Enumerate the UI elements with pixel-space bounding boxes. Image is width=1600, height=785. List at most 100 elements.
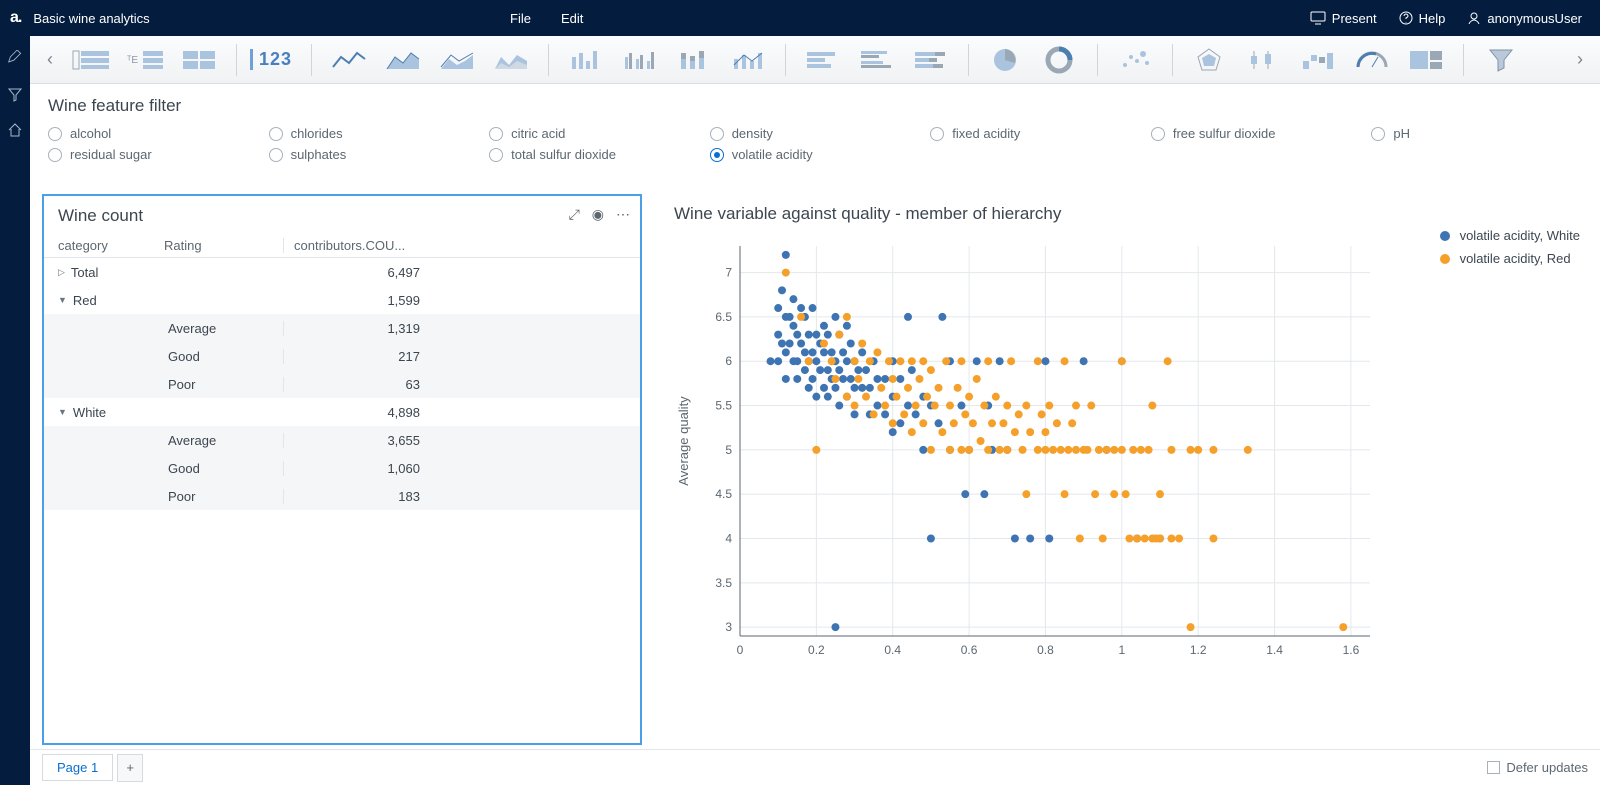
viz-kpi-icon[interactable]: 123 xyxy=(251,43,297,77)
ribbon-next[interactable]: › xyxy=(1570,49,1590,70)
svg-text:6: 6 xyxy=(725,354,732,368)
help-button[interactable]: Help xyxy=(1399,11,1446,26)
menu-file[interactable]: File xyxy=(510,11,531,26)
svg-text:3: 3 xyxy=(725,620,732,634)
svg-text:ᵀE: ᵀE xyxy=(127,55,138,66)
table-row[interactable]: Average3,655 xyxy=(44,426,640,454)
viz-treemap-icon[interactable] xyxy=(1403,43,1449,77)
footer: Page 1 + Defer updates xyxy=(30,749,1600,785)
filter-alcohol[interactable]: alcohol xyxy=(48,126,259,141)
viz-funnel-icon[interactable] xyxy=(1478,43,1524,77)
wine-count-panel[interactable]: Wine count ⤢ ◉ ⋯ category Rating contrib… xyxy=(42,194,642,745)
table-row[interactable]: ▼Red1,599 xyxy=(44,286,640,314)
viz-pivot-icon[interactable]: ᵀE xyxy=(122,43,168,77)
col-category[interactable]: category xyxy=(44,238,164,253)
filter-chlorides[interactable]: chlorides xyxy=(269,126,480,141)
ribbon: ‹ ᵀE 123 › xyxy=(30,36,1600,84)
svg-text:0.4: 0.4 xyxy=(884,643,901,657)
topbar: a. Basic wine analytics File Edit Presen… xyxy=(0,0,1600,36)
table-row[interactable]: Average1,319 xyxy=(44,314,640,342)
radio-icon xyxy=(269,148,283,162)
menu-edit[interactable]: Edit xyxy=(561,11,583,26)
viz-pie-icon[interactable] xyxy=(983,43,1029,77)
viz-donut-icon[interactable] xyxy=(1037,43,1083,77)
viz-grid-icon[interactable] xyxy=(176,43,222,77)
page-tab[interactable]: Page 1 xyxy=(42,754,113,781)
viz-bar-stacked-icon[interactable] xyxy=(671,43,717,77)
viz-combo-icon[interactable] xyxy=(725,43,771,77)
filter-sulphates[interactable]: sulphates xyxy=(269,147,480,162)
radio-icon xyxy=(48,148,62,162)
filter-total-sulfur-dioxide[interactable]: total sulfur dioxide xyxy=(489,147,700,162)
col-count[interactable]: contributors.COU... xyxy=(284,238,640,253)
expander-icon[interactable]: ▼ xyxy=(58,295,67,305)
viz-area-icon[interactable] xyxy=(380,43,426,77)
table-row[interactable]: Good1,060 xyxy=(44,454,640,482)
viz-scatter-icon[interactable] xyxy=(1112,43,1158,77)
svg-text:1.6: 1.6 xyxy=(1343,643,1360,657)
filter-free-sulfur-dioxide[interactable]: free sulfur dioxide xyxy=(1151,126,1362,141)
svg-text:7: 7 xyxy=(725,266,732,280)
scatter-chart[interactable]: 00.20.40.60.811.21.41.633.544.555.566.57… xyxy=(670,236,1390,696)
viz-hbar-icon[interactable] xyxy=(800,43,846,77)
viz-table-icon[interactable] xyxy=(68,43,114,77)
present-button[interactable]: Present xyxy=(1310,11,1377,26)
filter-residual-sugar[interactable]: residual sugar xyxy=(48,147,259,162)
table-row[interactable]: ▼White4,898 xyxy=(44,398,640,426)
user-icon xyxy=(1467,11,1481,25)
expander-icon[interactable]: ▷ xyxy=(58,267,65,278)
viz-boxplot-icon[interactable] xyxy=(1241,43,1287,77)
table-row[interactable]: Poor183 xyxy=(44,482,640,510)
filter-icon[interactable] xyxy=(7,86,23,102)
expand-icon[interactable]: ⤢ xyxy=(569,206,580,223)
defer-updates-toggle[interactable]: Defer updates xyxy=(1487,760,1588,775)
viz-stream-icon[interactable] xyxy=(488,43,534,77)
table-row[interactable]: Good217 xyxy=(44,342,640,370)
viz-area2-icon[interactable] xyxy=(434,43,480,77)
viz-waterfall-icon[interactable] xyxy=(1295,43,1341,77)
svg-text:0.6: 0.6 xyxy=(961,643,978,657)
svg-text:0: 0 xyxy=(737,643,744,657)
svg-text:1.2: 1.2 xyxy=(1190,643,1207,657)
filter-citric-acid[interactable]: citric acid xyxy=(489,126,700,141)
col-rating[interactable]: Rating xyxy=(164,238,284,253)
play-icon[interactable]: ◉ xyxy=(592,206,604,223)
viz-radar-icon[interactable] xyxy=(1187,43,1233,77)
svg-text:4: 4 xyxy=(725,532,732,546)
content: Wine feature filter alcoholchloridescitr… xyxy=(30,84,1600,749)
app-title: Basic wine analytics xyxy=(33,11,149,26)
viz-hbar-grouped-icon[interactable] xyxy=(854,43,900,77)
viz-bar-icon[interactable] xyxy=(563,43,609,77)
table-row[interactable]: Poor63 xyxy=(44,370,640,398)
filter-density[interactable]: density xyxy=(710,126,921,141)
scatter-panel: Wine variable against quality - member o… xyxy=(660,194,1588,745)
menu-bar: File Edit xyxy=(510,11,583,26)
home-icon[interactable] xyxy=(7,122,23,138)
radio-icon xyxy=(1151,127,1165,141)
filter-fixed-acidity[interactable]: fixed acidity xyxy=(930,126,1141,141)
edit-icon[interactable] xyxy=(7,50,23,66)
filter-panel: Wine feature filter alcoholchloridescitr… xyxy=(30,84,1600,172)
more-icon[interactable]: ⋯ xyxy=(616,206,630,223)
radio-icon xyxy=(710,127,724,141)
user-button[interactable]: anonymousUser xyxy=(1467,11,1582,26)
svg-text:5: 5 xyxy=(725,443,732,457)
viz-line-icon[interactable] xyxy=(326,43,372,77)
viz-gauge-icon[interactable] xyxy=(1349,43,1395,77)
panel-tools: ⤢ ◉ ⋯ xyxy=(569,206,630,223)
radio-icon xyxy=(930,127,944,141)
help-icon xyxy=(1399,11,1413,25)
viz-hbar-stacked-icon[interactable] xyxy=(908,43,954,77)
svg-text:6.5: 6.5 xyxy=(715,310,732,324)
viz-bar-grouped-icon[interactable] xyxy=(617,43,663,77)
add-page-button[interactable]: + xyxy=(117,754,143,782)
svg-text:3.5: 3.5 xyxy=(715,576,732,590)
filter-volatile-acidity[interactable]: volatile acidity xyxy=(710,147,921,162)
expander-icon[interactable]: ▼ xyxy=(58,407,67,417)
ribbon-prev[interactable]: ‹ xyxy=(40,49,60,70)
svg-text:4.5: 4.5 xyxy=(715,487,732,501)
wine-count-title: Wine count xyxy=(44,196,640,234)
filter-pH[interactable]: pH xyxy=(1371,126,1582,141)
wine-count-table: category Rating contributors.COU... ▷Tot… xyxy=(44,234,640,510)
table-row[interactable]: ▷Total6,497 xyxy=(44,258,640,286)
